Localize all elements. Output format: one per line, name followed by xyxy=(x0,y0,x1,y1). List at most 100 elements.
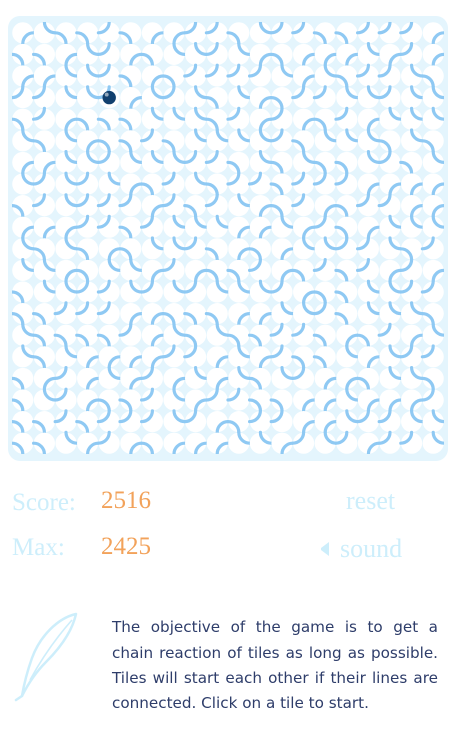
tile[interactable] xyxy=(291,322,315,346)
tile[interactable] xyxy=(53,324,77,348)
tile[interactable] xyxy=(401,409,424,433)
tile[interactable] xyxy=(356,63,379,87)
tile[interactable] xyxy=(141,22,165,46)
tile[interactable] xyxy=(206,432,230,454)
tile[interactable] xyxy=(420,279,444,303)
tile[interactable] xyxy=(357,216,381,240)
tile[interactable] xyxy=(334,151,358,175)
tile[interactable] xyxy=(163,106,187,130)
tile[interactable] xyxy=(293,236,316,260)
tile[interactable] xyxy=(357,42,381,65)
tile[interactable] xyxy=(55,216,79,240)
tile[interactable] xyxy=(75,171,99,195)
tile[interactable] xyxy=(55,344,79,368)
tile[interactable] xyxy=(334,281,358,305)
tile[interactable] xyxy=(248,324,271,348)
tile[interactable] xyxy=(185,366,208,389)
tile[interactable] xyxy=(249,279,273,303)
tile[interactable] xyxy=(291,193,315,217)
tile[interactable] xyxy=(118,65,142,89)
tile[interactable] xyxy=(185,259,208,283)
tile[interactable] xyxy=(141,150,165,173)
tile[interactable] xyxy=(183,409,207,433)
tile[interactable] xyxy=(96,301,120,325)
tile[interactable] xyxy=(357,85,381,109)
tile[interactable] xyxy=(55,430,79,454)
tile[interactable] xyxy=(120,173,144,197)
tile[interactable] xyxy=(183,344,207,368)
tile[interactable] xyxy=(356,409,379,433)
tile[interactable] xyxy=(96,108,120,132)
tile[interactable] xyxy=(32,193,55,217)
tile[interactable] xyxy=(249,216,273,240)
tile[interactable] xyxy=(248,238,271,262)
tile[interactable] xyxy=(293,281,316,305)
tile[interactable] xyxy=(420,130,444,154)
tile[interactable] xyxy=(32,171,55,195)
tile[interactable] xyxy=(269,128,293,152)
tile[interactable] xyxy=(422,150,444,173)
tile[interactable] xyxy=(249,150,273,173)
tile[interactable] xyxy=(228,42,252,65)
tile[interactable] xyxy=(161,303,185,326)
tile[interactable] xyxy=(163,322,187,346)
tile[interactable] xyxy=(140,366,163,389)
tile[interactable] xyxy=(204,42,228,65)
tile[interactable] xyxy=(228,279,252,303)
tile[interactable] xyxy=(379,106,403,130)
tile[interactable] xyxy=(96,63,120,87)
tile[interactable] xyxy=(249,195,273,218)
tile[interactable] xyxy=(96,130,120,154)
tile[interactable] xyxy=(118,216,142,240)
tile[interactable] xyxy=(228,193,252,217)
tile[interactable] xyxy=(120,87,144,110)
tile[interactable] xyxy=(204,150,228,173)
tile[interactable] xyxy=(53,301,77,325)
tile[interactable] xyxy=(163,279,187,303)
tile[interactable] xyxy=(141,324,165,348)
tile[interactable] xyxy=(334,259,358,283)
tile[interactable] xyxy=(140,173,163,197)
tile[interactable] xyxy=(161,344,185,368)
tile[interactable] xyxy=(226,411,250,434)
tile[interactable] xyxy=(293,150,316,173)
tile[interactable] xyxy=(12,151,36,175)
tile[interactable] xyxy=(206,367,230,391)
tile[interactable] xyxy=(12,65,36,89)
tile[interactable] xyxy=(401,128,424,152)
tile[interactable] xyxy=(422,43,444,67)
tile[interactable] xyxy=(183,63,207,87)
tile[interactable] xyxy=(271,366,295,389)
sound-toggle[interactable]: sound xyxy=(318,534,402,564)
tile[interactable] xyxy=(118,238,142,262)
tile[interactable] xyxy=(141,236,165,260)
tile[interactable] xyxy=(357,150,381,173)
tile[interactable] xyxy=(120,258,144,281)
tile[interactable] xyxy=(401,366,424,389)
tile[interactable] xyxy=(32,85,55,109)
tile[interactable] xyxy=(12,171,36,195)
tile[interactable] xyxy=(141,65,165,89)
tile[interactable] xyxy=(185,389,208,413)
tile[interactable] xyxy=(33,258,57,281)
tile[interactable] xyxy=(271,238,295,262)
tile[interactable] xyxy=(32,238,55,262)
tile[interactable] xyxy=(357,279,381,303)
tile[interactable] xyxy=(12,432,34,454)
tile[interactable] xyxy=(96,409,120,433)
tile[interactable] xyxy=(422,409,444,433)
tile[interactable] xyxy=(357,173,381,197)
tile[interactable] xyxy=(334,195,358,218)
tile[interactable] xyxy=(399,22,423,44)
tile[interactable] xyxy=(377,130,401,154)
tile[interactable] xyxy=(356,258,379,281)
tile[interactable] xyxy=(422,430,444,454)
tile[interactable] xyxy=(163,367,187,391)
tile[interactable] xyxy=(161,171,185,195)
tile[interactable] xyxy=(422,195,444,218)
tile[interactable] xyxy=(377,63,401,87)
tile[interactable] xyxy=(96,279,120,303)
tile[interactable] xyxy=(53,409,77,433)
tile[interactable] xyxy=(401,85,424,109)
tile[interactable] xyxy=(55,236,79,260)
